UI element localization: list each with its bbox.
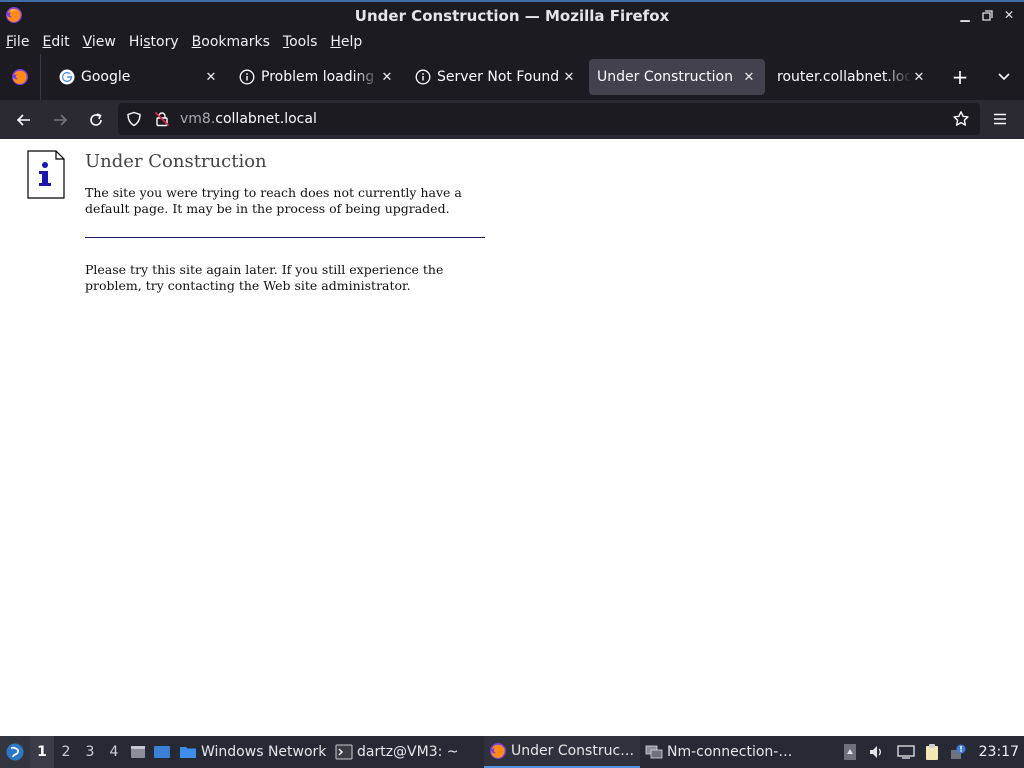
menu-file[interactable]: File bbox=[6, 34, 29, 50]
clipboard-icon bbox=[925, 744, 938, 760]
task-label: Windows Network bbox=[201, 744, 327, 760]
retry-message: Please try this site again later. If you… bbox=[85, 262, 444, 293]
reload-button[interactable] bbox=[80, 104, 112, 136]
taskbar: 1 2 3 4 Windows Network dartz@VM3: ~ Und… bbox=[0, 736, 1024, 768]
file-manager-launcher[interactable] bbox=[126, 736, 150, 768]
task-label: Under Construc… bbox=[511, 743, 635, 759]
update-notification-icon bbox=[950, 744, 966, 759]
start-menu-button[interactable] bbox=[0, 736, 30, 768]
restore-button[interactable] bbox=[980, 7, 994, 23]
firefox-icon bbox=[12, 69, 28, 85]
minimize-button[interactable]: ▁ bbox=[958, 7, 972, 23]
workspace-1[interactable]: 1 bbox=[30, 736, 54, 768]
menu-edit[interactable]: Edit bbox=[42, 34, 69, 50]
task-nm-connection[interactable]: Nm-connection-… bbox=[640, 736, 796, 768]
network-tray-button[interactable] bbox=[893, 736, 919, 768]
hamburger-menu-icon[interactable] bbox=[992, 111, 1008, 127]
menu-help[interactable]: Help bbox=[330, 34, 362, 50]
url-bar[interactable]: vm8.collabnet.local bbox=[118, 103, 980, 135]
page-content: Under Construction The site you were try… bbox=[0, 139, 1024, 736]
star-icon[interactable] bbox=[952, 110, 970, 128]
window-titlebar: Under Construction — Mozilla Firefox ▁ ✕ bbox=[0, 0, 1024, 29]
wired-network-icon bbox=[896, 745, 915, 759]
reload-icon bbox=[90, 112, 102, 126]
tab-label: router.collabnet.local/ bbox=[777, 69, 911, 85]
tab-strip: Google ✕ Problem loading page ✕ Server N… bbox=[0, 54, 1024, 100]
close-tab-icon[interactable]: ✕ bbox=[911, 69, 927, 85]
network-icon bbox=[645, 745, 663, 759]
tab-google[interactable]: Google ✕ bbox=[51, 59, 227, 95]
close-tab-icon[interactable]: ✕ bbox=[203, 69, 219, 85]
clipboard-tray-button[interactable] bbox=[919, 736, 945, 768]
workspace-4[interactable]: 4 bbox=[102, 736, 126, 768]
tab-under-construction[interactable]: Under Construction ✕ bbox=[589, 59, 765, 95]
folder-icon bbox=[180, 747, 196, 758]
navigation-toolbar: vm8.collabnet.local bbox=[0, 100, 1024, 139]
task-label: dartz@VM3: ~ bbox=[357, 744, 459, 760]
info-icon bbox=[239, 69, 255, 85]
page-title: Under Construction bbox=[85, 151, 267, 172]
workspace-2[interactable]: 2 bbox=[54, 736, 78, 768]
desktop-launcher[interactable] bbox=[150, 736, 174, 768]
firefox-icon bbox=[6, 7, 22, 23]
plus-icon: + bbox=[951, 65, 969, 89]
firefox-view-button[interactable] bbox=[0, 54, 40, 100]
menu-bookmarks[interactable]: Bookmarks bbox=[192, 34, 270, 50]
window-title: Under Construction — Mozilla Firefox bbox=[354, 6, 670, 25]
task-label: Nm-connection-… bbox=[667, 744, 793, 760]
tray-expand-icon bbox=[843, 744, 856, 760]
menubar: File Edit View History Bookmarks Tools H… bbox=[0, 29, 1024, 54]
shield-icon[interactable] bbox=[126, 111, 142, 127]
restore-icon bbox=[981, 9, 993, 21]
url-text[interactable]: vm8.collabnet.local bbox=[180, 111, 317, 127]
arrow-left-icon bbox=[16, 113, 30, 126]
volume-button[interactable] bbox=[863, 736, 889, 768]
workspace-3[interactable]: 3 bbox=[78, 736, 102, 768]
start-menu-icon bbox=[6, 743, 24, 761]
arrow-right-icon bbox=[54, 113, 68, 126]
tray-up-arrow[interactable] bbox=[837, 736, 863, 768]
menu-view[interactable]: View bbox=[83, 34, 116, 50]
menu-tools[interactable]: Tools bbox=[283, 34, 318, 50]
tab-label: Problem loading page bbox=[261, 69, 379, 85]
close-tab-icon[interactable]: ✕ bbox=[379, 69, 395, 85]
info-icon bbox=[415, 69, 431, 85]
task-firefox[interactable]: Under Construc… bbox=[484, 736, 640, 768]
list-all-tabs-button[interactable] bbox=[996, 68, 1012, 84]
close-window-button[interactable]: ✕ bbox=[1002, 7, 1016, 23]
tab-server-not-found[interactable]: Server Not Found ✕ bbox=[407, 59, 585, 95]
firefox-icon bbox=[490, 743, 506, 759]
insecure-lock-icon[interactable] bbox=[154, 111, 170, 127]
close-tab-icon[interactable]: ✕ bbox=[561, 69, 577, 85]
tab-problem-loading[interactable]: Problem loading page ✕ bbox=[231, 59, 403, 95]
menu-history[interactable]: History bbox=[129, 34, 179, 50]
file-manager-icon bbox=[131, 746, 145, 758]
info-document-icon bbox=[27, 150, 65, 199]
forward-button[interactable] bbox=[44, 104, 76, 136]
tab-separator bbox=[40, 54, 41, 100]
divider bbox=[85, 237, 485, 238]
tab-label: Google bbox=[81, 69, 131, 85]
google-icon bbox=[59, 69, 75, 85]
close-tab-icon[interactable]: ✕ bbox=[741, 69, 757, 85]
new-tab-button[interactable]: + bbox=[945, 62, 975, 92]
desktop-icon bbox=[154, 746, 170, 758]
tab-label: Server Not Found bbox=[437, 69, 560, 85]
back-button[interactable] bbox=[8, 104, 40, 136]
chevron-down-icon bbox=[998, 73, 1010, 81]
system-tray: 23:17 bbox=[837, 736, 1024, 768]
construction-message: The site you were trying to reach does n… bbox=[85, 185, 462, 216]
terminal-icon bbox=[335, 744, 353, 760]
clock[interactable]: 23:17 bbox=[979, 744, 1019, 760]
volume-icon bbox=[869, 746, 881, 758]
task-terminal[interactable]: dartz@VM3: ~ bbox=[330, 736, 484, 768]
updates-tray-button[interactable] bbox=[945, 736, 971, 768]
tab-label: Under Construction bbox=[597, 69, 733, 85]
task-windows-network[interactable]: Windows Network bbox=[174, 736, 330, 768]
tab-router[interactable]: router.collabnet.local/ ✕ bbox=[769, 59, 935, 95]
